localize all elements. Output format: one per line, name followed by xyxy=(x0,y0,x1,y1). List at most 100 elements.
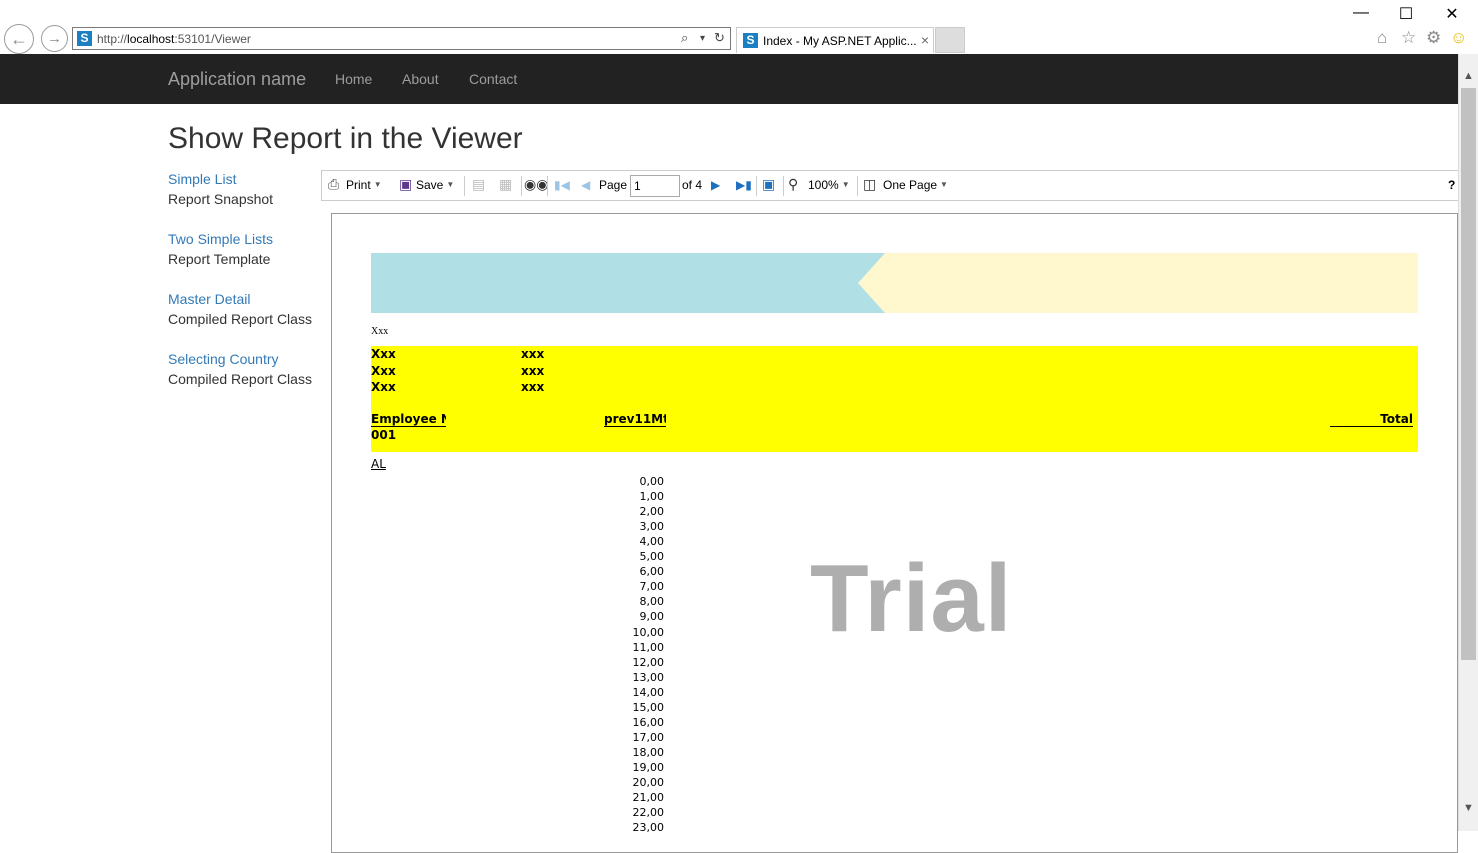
sidebar-sub-report-template: Report Template xyxy=(168,251,271,267)
row-label: Xxx xyxy=(371,380,396,394)
previous-page-icon[interactable]: ◀ xyxy=(581,178,590,192)
value-row: 7,00 xyxy=(639,580,665,594)
toolbar-divider xyxy=(464,176,465,196)
maximize-icon[interactable]: ☐ xyxy=(1391,4,1421,24)
sidebar-link-master-detail[interactable]: Master Detail xyxy=(168,291,250,307)
value-row: 14,00 xyxy=(632,685,665,699)
toolbar-divider xyxy=(857,176,858,196)
value-row: 20,00 xyxy=(632,776,665,789)
save-label: Save xyxy=(416,178,444,192)
value-row: 6,00 xyxy=(639,565,665,579)
site-favicon-icon: S xyxy=(743,33,758,48)
column-header-prev: prev11Mtl xyxy=(604,412,666,427)
refresh-icon[interactable]: ↻ xyxy=(714,30,725,46)
nav-link-contact[interactable]: Contact xyxy=(469,71,517,87)
group-label: AL xyxy=(371,457,386,471)
full-screen-icon[interactable]: ▣ xyxy=(762,176,775,193)
nav-link-home[interactable]: Home xyxy=(335,71,372,87)
zoom-dropdown[interactable]: 100% ▼ xyxy=(808,178,850,192)
sidebar-link-two-simple-lists[interactable]: Two Simple Lists xyxy=(168,231,273,247)
url-text[interactable]: http://localhost:53101/Viewer xyxy=(97,32,251,46)
page-title: Show Report in the Viewer xyxy=(168,122,523,155)
home-icon[interactable]: ⌂ xyxy=(1377,28,1387,48)
clipboard-icon[interactable]: ▦ xyxy=(499,176,512,193)
new-tab-button[interactable] xyxy=(935,27,965,53)
value-row: 10,00 xyxy=(632,625,665,639)
zoom-magnifier-icon: ⚲ xyxy=(788,176,799,192)
toolbar-divider xyxy=(521,176,522,196)
row-label: Xxx xyxy=(371,364,396,378)
page-view-icon: ◫ xyxy=(863,176,877,192)
value-row: 22,00 xyxy=(632,806,665,820)
gear-icon[interactable]: ⚙ xyxy=(1426,28,1441,48)
save-button[interactable]: Save ▼ xyxy=(416,178,454,192)
report-header-text: Xxx xyxy=(371,326,389,337)
value-row: 13,00 xyxy=(632,670,665,684)
scrollbar-thumb[interactable] xyxy=(1461,88,1476,660)
value-row: 8,00 xyxy=(639,595,665,609)
navbar-brand[interactable]: Application name xyxy=(168,69,306,90)
employee-number: 001 xyxy=(371,428,397,442)
favorites-star-icon[interactable]: ☆ xyxy=(1401,28,1416,48)
value-row: 2,00 xyxy=(639,505,665,519)
save-disk-icon: ▣ xyxy=(399,176,413,192)
zoom-label: 100% xyxy=(808,178,839,192)
row-value: xxx xyxy=(521,364,545,378)
tab-title: Index - My ASP.NET Applic... xyxy=(763,34,917,48)
toolbar-divider xyxy=(783,176,784,196)
report-header-banner xyxy=(371,253,1418,313)
close-tab-icon[interactable]: × xyxy=(921,32,929,48)
nav-link-about[interactable]: About xyxy=(402,71,439,87)
report-page: Xxx Xxx xxx Xxx xxx Xxx xxx Employee N p… xyxy=(331,213,1458,853)
value-row: 17,00 xyxy=(632,730,665,744)
sidebar-link-selecting-country[interactable]: Selecting Country xyxy=(168,351,279,367)
value-row: 4,00 xyxy=(639,535,665,549)
printer-icon: ⎙ xyxy=(328,176,340,192)
chevron-down-icon[interactable]: ▾ xyxy=(700,33,705,44)
sidebar-sub-compiled-class: Compiled Report Class xyxy=(168,371,312,387)
address-bar[interactable]: S http://localhost:53101/Viewer ⌕ ▾ ↻ xyxy=(72,27,731,50)
toolbar-divider xyxy=(756,176,757,196)
back-button[interactable]: ← xyxy=(4,24,34,54)
forward-button[interactable]: → xyxy=(41,25,68,52)
next-page-icon[interactable]: ▶ xyxy=(711,178,720,192)
first-page-icon[interactable]: ▮◀ xyxy=(554,178,570,192)
page-count-label: of 4 xyxy=(682,178,703,192)
document-icon[interactable]: ▤ xyxy=(472,176,485,193)
sidebar-link-simple-list[interactable]: Simple List xyxy=(168,171,236,187)
scroll-down-icon[interactable]: ▼ xyxy=(1463,802,1474,814)
report-viewer-toolbar: ⎙ Print ▼ ▣ Save ▼ ▤ ▦ ◉◉ ▮◀ ◀ Page 1 of 4… xyxy=(321,170,1458,201)
chevron-down-icon: ▼ xyxy=(841,180,850,189)
print-label: Print xyxy=(346,178,371,192)
chevron-down-icon: ▼ xyxy=(373,180,382,189)
value-row: 11,00 xyxy=(632,640,665,654)
minimize-icon[interactable]: — xyxy=(1346,4,1376,22)
scroll-up-icon[interactable]: ▲ xyxy=(1463,70,1474,82)
value-row: 9,00 xyxy=(639,610,665,624)
last-page-icon[interactable]: ▶▮ xyxy=(736,178,752,192)
value-row: 21,00 xyxy=(632,791,665,805)
value-row: 18,00 xyxy=(632,745,665,759)
close-window-icon[interactable]: ✕ xyxy=(1437,4,1467,24)
row-label: Xxx xyxy=(371,347,396,361)
browser-tab[interactable]: S Index - My ASP.NET Applic... × xyxy=(736,27,934,53)
help-button[interactable]: ? xyxy=(1448,178,1455,192)
print-button[interactable]: Print ▼ xyxy=(346,178,382,192)
value-row: 12,00 xyxy=(632,655,665,669)
value-row: 3,00 xyxy=(639,520,665,534)
value-row: 19,00 xyxy=(632,760,665,774)
find-binoculars-icon[interactable]: ◉◉ xyxy=(524,176,548,193)
sidebar-sub-compiled-class: Compiled Report Class xyxy=(168,311,312,327)
row-value: xxx xyxy=(521,347,545,361)
smiley-feedback-icon[interactable]: ☺ xyxy=(1450,28,1467,48)
chevron-down-icon: ▼ xyxy=(446,180,455,189)
trial-watermark: Trial xyxy=(810,545,1013,652)
value-row: 0,00 xyxy=(639,475,665,488)
page-number-input[interactable]: 1 xyxy=(630,175,680,197)
page-label: Page xyxy=(599,178,628,192)
search-icon[interactable]: ⌕ xyxy=(681,30,688,46)
page-scrollbar[interactable]: ▲ ▼ xyxy=(1458,54,1478,831)
value-row: 1,00 xyxy=(639,490,665,504)
view-mode-dropdown[interactable]: One Page ▼ xyxy=(883,178,948,192)
toolbar-divider xyxy=(547,176,548,196)
